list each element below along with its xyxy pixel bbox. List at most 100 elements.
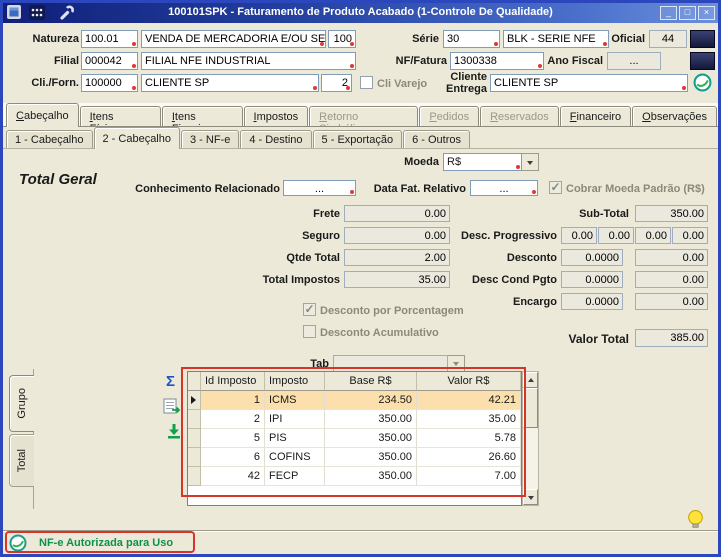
desconto-acumulativo-checkbox [303,325,316,338]
cli-forn-loja-field[interactable]: 2 [321,74,352,92]
impostos-table: Id Imposto Imposto Base R$ Valor R$ 1 IC… [187,371,522,506]
serie-lookup-button[interactable] [690,30,715,48]
application-window: 100101SPK - Faturamento de Produto Acaba… [0,0,721,557]
sub-tab-label: 2 - Cabeçalho [103,133,172,145]
desc-cond-pgto-pct-field: 0.0000 [561,271,623,288]
natureza-code-field[interactable]: 100.01 [81,30,138,48]
modules-icon[interactable] [29,5,45,20]
side-tab-grupo-label: Grupo [16,388,28,419]
col-header-id-imposto[interactable]: Id Imposto [201,372,265,391]
scroll-down-button[interactable] [523,489,538,505]
conhecimento-label: Conhecimento Relacionado [135,183,280,195]
close-button[interactable]: × [698,6,715,20]
lightbulb-icon[interactable] [687,509,704,530]
filial-code-field[interactable]: 000042 [81,52,138,70]
impostos-table-header: Id Imposto Imposto Base R$ Valor R$ [188,372,521,391]
sub-tab-label: 1 - Cabeçalho [15,134,84,146]
main-tab[interactable]: Pedidos [419,106,479,127]
serie-label: Série [395,33,439,45]
scrollbar-track[interactable] [523,428,538,489]
impostos-table-row[interactable]: 6 COFINS 350.00 26.60 [188,448,521,467]
download-arrow-icon[interactable] [166,423,182,439]
sub-tab[interactable]: 4 - Destino [240,130,311,149]
section-title: Total Geral [19,171,97,188]
moeda-value: R$ [443,153,522,171]
natureza-desc-field[interactable]: VENDA DE MERCADORIA E/OU SERVI [141,30,326,48]
cli-forn-desc-field[interactable]: CLIENTE SP [141,74,319,92]
cobrar-moeda-label: Cobrar Moeda Padrão (R$) [566,183,705,195]
serie-code-field[interactable]: 30 [443,30,500,48]
data-fat-label: Data Fat. Relativo [366,183,466,195]
col-header-valor[interactable]: Valor R$ [417,372,521,391]
col-header-imposto[interactable]: Imposto [265,372,325,391]
maximize-button[interactable]: □ [679,6,696,20]
minimize-button[interactable]: _ [660,6,677,20]
natureza-label: Natureza [3,33,79,45]
main-tab[interactable]: Itens Físicos [80,106,161,127]
tab-combo-value [333,355,448,372]
impostos-table-row[interactable]: 42 FECP 350.00 7.00 [188,467,521,486]
sub-tab[interactable]: 1 - Cabeçalho [6,130,93,149]
sum-icon[interactable]: Σ [166,374,175,389]
col-header-base[interactable]: Base R$ [325,372,417,391]
nf-lookup-button[interactable] [690,52,715,70]
cli-forn-label: Cli./Forn. [3,77,79,89]
natureza-extra-field[interactable]: 100 [328,30,356,48]
filial-desc-field[interactable]: FILIAL NFE INDUSTRIAL [141,52,356,70]
table-scrollbar[interactable] [522,371,539,506]
scroll-up-button[interactable] [523,372,538,388]
cli-forn-code-field[interactable]: 100000 [81,74,138,92]
cell-valor: 26.60 [417,448,521,467]
conhecimento-field[interactable]: ... [283,180,356,196]
wrench-icon[interactable] [59,5,75,21]
totvs-icon[interactable] [693,73,712,92]
sub-tab[interactable]: 5 - Exportação [313,130,403,149]
cell-imposto: IPI [265,410,325,429]
side-tab-total[interactable]: Total [9,434,34,487]
export-grid-icon[interactable] [163,397,181,415]
desconto-valor-field: 0.00 [635,249,708,266]
cell-valor: 7.00 [417,467,521,486]
main-tab[interactable]: Reservados [480,106,559,127]
side-tab-grupo[interactable]: Grupo [9,375,34,432]
cell-imposto: COFINS [265,448,325,467]
moeda-label: Moeda [395,156,439,168]
qtde-total-label: Qtde Total [230,252,340,264]
cliente-entrega-label: Cliente Entrega [439,71,487,95]
main-tab[interactable]: Itens Fiscais [162,106,243,127]
side-tab-total-label: Total [16,449,28,472]
cli-varejo-checkbox[interactable] [360,76,373,89]
main-tab[interactable]: Cabeçalho [6,103,79,127]
impostos-table-row[interactable]: 5 PIS 350.00 5.78 [188,429,521,448]
cliente-entrega-field[interactable]: CLIENTE SP [490,74,688,92]
current-row-marker [188,429,201,448]
moeda-dropdown-button[interactable] [522,153,539,171]
chevron-down-icon [453,362,459,369]
desc-progressivo-field-3: 0.00 [635,227,671,244]
sub-tab[interactable]: 6 - Outros [403,130,470,149]
scrollbar-thumb[interactable] [523,388,538,428]
arrow-down-icon [528,496,534,503]
serie-desc-field[interactable]: BLK - SERIE NFE [503,30,609,48]
sub-tab[interactable]: 3 - NF-e [181,130,239,149]
main-tab-label: Financeiro [570,111,621,123]
qtde-total-field: 2.00 [344,249,450,266]
nf-fatura-field[interactable]: 1300338 [450,52,544,70]
main-tab[interactable]: Observações [632,106,717,127]
main-tab[interactable]: Retorno Simbólico [309,106,418,127]
impostos-table-row[interactable]: 2 IPI 350.00 35.00 [188,410,521,429]
current-row-marker [188,391,201,410]
main-tab-bar: Cabeçalho Itens Físicos Itens Fiscais Im… [3,103,718,127]
totvs-status-icon [9,534,27,552]
nf-fatura-label: NF/Fatura [387,55,447,67]
desc-progressivo-label: Desc. Progressivo [449,230,557,242]
cell-valor: 35.00 [417,410,521,429]
data-fat-field[interactable]: ... [470,180,538,196]
sub-tab[interactable]: 2 - Cabeçalho [94,127,181,149]
desc-progressivo-field-4: 0.00 [672,227,708,244]
main-tab[interactable]: Financeiro [560,106,631,127]
main-tab[interactable]: Impostos [244,106,309,127]
moeda-combobox[interactable]: R$ [443,153,539,171]
total-impostos-field: 35.00 [344,271,450,288]
impostos-table-row[interactable]: 1 ICMS 234.50 42.21 [188,391,521,410]
